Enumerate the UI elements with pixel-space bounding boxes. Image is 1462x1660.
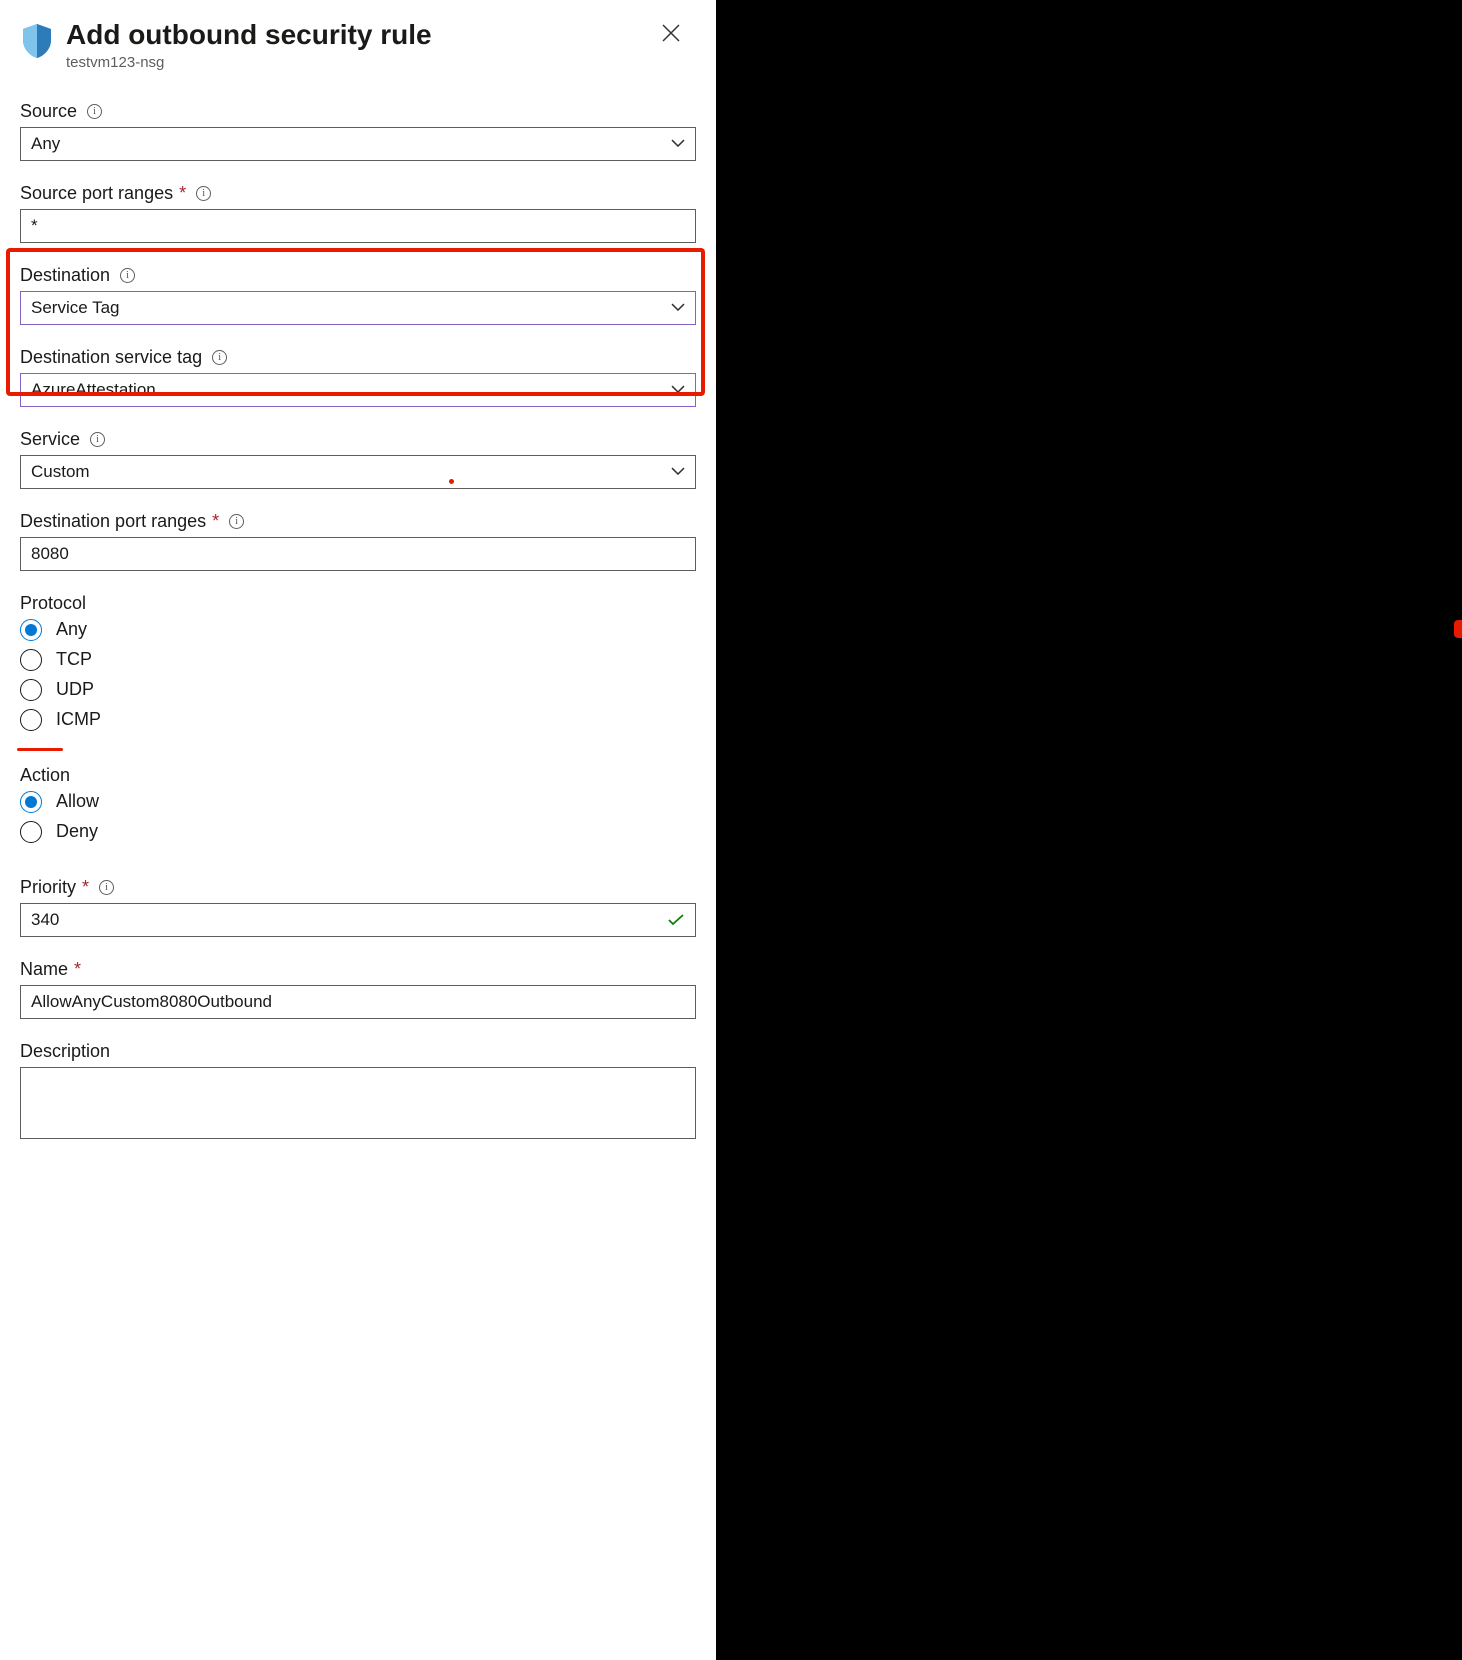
action-option-deny[interactable]: Deny (20, 821, 696, 843)
field-destination-port-ranges: Destination port ranges * i (20, 511, 696, 571)
source-port-ranges-input[interactable] (20, 209, 696, 243)
field-description: Description (20, 1041, 696, 1145)
name-label: Name * (20, 959, 696, 980)
source-port-ranges-label: Source port ranges * i (20, 183, 696, 204)
annotation-dot (449, 479, 454, 484)
panel-header: Add outbound security rule testvm123-nsg (0, 0, 716, 71)
destination-port-ranges-label: Destination port ranges * i (20, 511, 696, 532)
destination-service-tag-label: Destination service tag i (20, 347, 696, 368)
required-indicator: * (179, 183, 186, 204)
annotation-edge-mark (1454, 620, 1462, 638)
field-destination-service-tag: Destination service tag i AzureAttestati… (20, 347, 696, 407)
protocol-option-tcp[interactable]: TCP (20, 649, 696, 671)
info-icon[interactable]: i (229, 514, 244, 529)
service-label: Service i (20, 429, 696, 450)
protocol-option-icmp[interactable]: ICMP (20, 709, 696, 731)
field-name: Name * (20, 959, 696, 1019)
field-service: Service i Custom (20, 429, 696, 489)
action-radio-group: Allow Deny (20, 791, 696, 843)
description-input[interactable] (20, 1067, 696, 1139)
form-body: Source i Any Source port ranges * i Dest… (0, 71, 716, 1187)
info-icon[interactable]: i (212, 350, 227, 365)
destination-select[interactable]: Service Tag (20, 291, 696, 325)
description-label: Description (20, 1041, 696, 1062)
shield-icon (20, 22, 54, 60)
chevron-down-icon (671, 139, 685, 148)
field-source-port-ranges: Source port ranges * i (20, 183, 696, 243)
close-icon (662, 24, 680, 42)
protocol-option-udp[interactable]: UDP (20, 679, 696, 701)
action-option-allow[interactable]: Allow (20, 791, 696, 813)
protocol-option-any[interactable]: Any (20, 619, 696, 641)
required-indicator: * (74, 959, 81, 980)
source-select[interactable]: Any (20, 127, 696, 161)
field-protocol: Protocol Any TCP UDP ICMP (20, 593, 696, 731)
protocol-label: Protocol (20, 593, 696, 614)
destination-port-ranges-input[interactable] (20, 537, 696, 571)
source-label: Source i (20, 101, 696, 122)
panel-title: Add outbound security rule (66, 18, 654, 52)
priority-input[interactable] (20, 903, 696, 937)
info-icon[interactable]: i (99, 880, 114, 895)
chevron-down-icon (671, 303, 685, 312)
chevron-down-icon (671, 467, 685, 476)
panel-subtitle: testvm123-nsg (66, 54, 654, 71)
destination-service-tag-select[interactable]: AzureAttestation (20, 373, 696, 407)
outbound-rule-panel: Add outbound security rule testvm123-nsg… (0, 0, 716, 1660)
info-icon[interactable]: i (196, 186, 211, 201)
field-action: Action Allow Deny (20, 765, 696, 843)
service-select[interactable]: Custom (20, 455, 696, 489)
chevron-down-icon (671, 385, 685, 394)
close-button[interactable] (654, 18, 688, 52)
required-indicator: * (212, 511, 219, 532)
info-icon[interactable]: i (120, 268, 135, 283)
protocol-radio-group: Any TCP UDP ICMP (20, 619, 696, 731)
name-input[interactable] (20, 985, 696, 1019)
field-source: Source i Any (20, 101, 696, 161)
required-indicator: * (82, 877, 89, 898)
info-icon[interactable]: i (90, 432, 105, 447)
destination-label: Destination i (20, 265, 696, 286)
info-icon[interactable]: i (87, 104, 102, 119)
priority-label: Priority * i (20, 877, 696, 898)
field-destination: Destination i Service Tag (20, 265, 696, 325)
annotation-underline-action (17, 748, 63, 751)
field-priority: Priority * i (20, 877, 696, 937)
action-label: Action (20, 765, 696, 786)
check-icon (668, 914, 684, 926)
